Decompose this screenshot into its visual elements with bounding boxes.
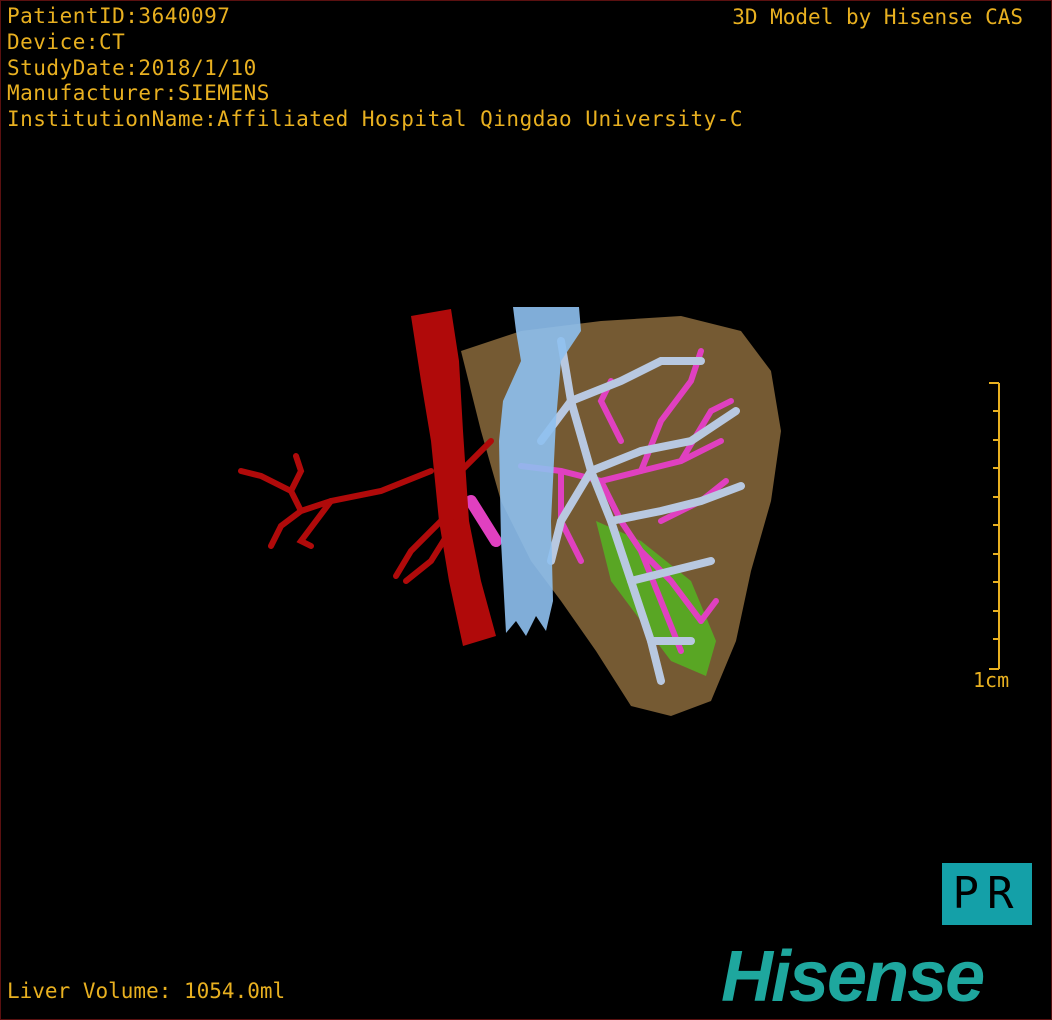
3d-viewport[interactable]: PatientID:3640097 Device:CT StudyDate:20… xyxy=(0,0,1052,1020)
orientation-indicator[interactable]: PR xyxy=(942,863,1032,925)
liver-volume-text: Liver Volume: 1054.0ml xyxy=(7,979,286,1003)
scale-bar xyxy=(989,382,1000,670)
scale-bar-label: 1cm xyxy=(973,668,1010,692)
hisense-logo: Hisense xyxy=(721,937,985,1017)
liver-3d-model[interactable] xyxy=(1,1,1052,1020)
